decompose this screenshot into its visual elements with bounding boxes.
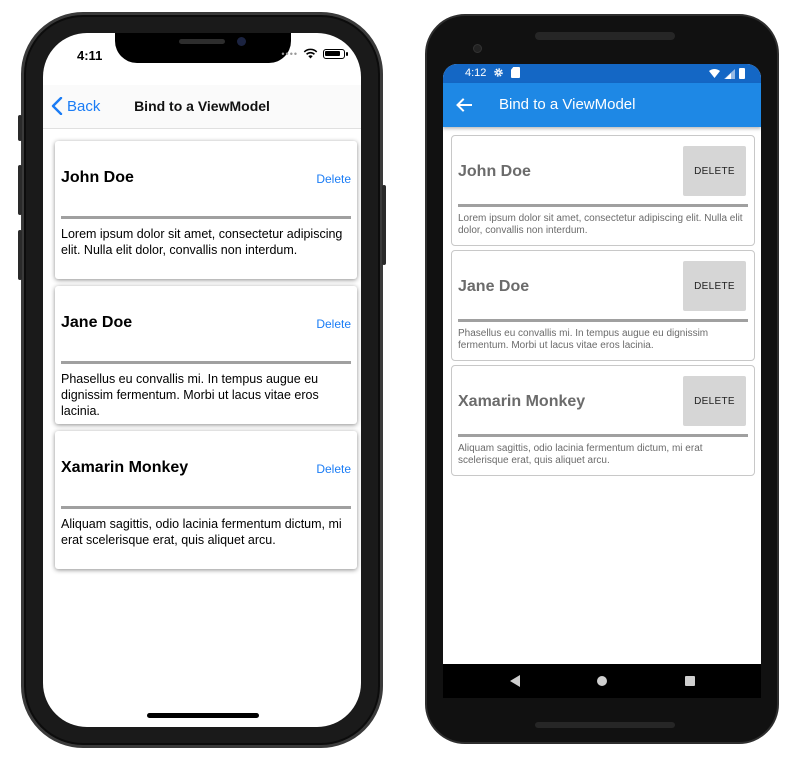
- triangle-back-icon[interactable]: [509, 675, 521, 687]
- ios-notch: [115, 33, 291, 63]
- android-delete-button[interactable]: DELETE: [683, 261, 746, 311]
- android-navigation-bar: [443, 664, 761, 698]
- android-item-divider: [458, 204, 748, 207]
- ios-item-list: John Doe Delete Lorem ipsum dolor sit am…: [55, 141, 357, 576]
- android-item-description: Phasellus eu convallis mi. In tempus aug…: [458, 328, 709, 351]
- android-item-list: John Doe DELETE Lorem ipsum dolor sit am…: [451, 135, 755, 480]
- square-recents-icon[interactable]: [685, 676, 695, 686]
- iphone-power-button: [382, 185, 386, 265]
- android-front-camera: [473, 44, 482, 53]
- android-item-divider: [458, 319, 748, 322]
- android-list-item: Xamarin Monkey DELETE Aliquam sagittis, …: [451, 365, 755, 476]
- ios-delete-button[interactable]: Delete: [316, 172, 351, 186]
- ios-list-item: Xamarin Monkey Delete Aliquam sagittis, …: [55, 431, 357, 569]
- ios-delete-button[interactable]: Delete: [316, 317, 351, 331]
- android-item-description: Aliquam sagittis, odio lacinia fermentum…: [458, 443, 703, 466]
- circle-home-icon[interactable]: [597, 676, 607, 686]
- ios-speaker: [179, 39, 225, 44]
- battery-icon: [739, 68, 745, 79]
- wifi-icon: [709, 68, 720, 78]
- android-list-item: John Doe DELETE Lorem ipsum dolor sit am…: [451, 135, 755, 246]
- ios-delete-button[interactable]: Delete: [316, 462, 351, 476]
- cellular-signal-icon: [724, 68, 735, 79]
- android-device: 4:12 Bind to a ViewModel John Doe DELETE…: [425, 14, 779, 744]
- android-app-bar: Bind to a ViewModel: [443, 83, 761, 127]
- iphone-volume-down: [18, 230, 22, 280]
- ios-screen: 4:11 •••• Back Bind to a ViewModel John …: [43, 33, 361, 727]
- iphone-mute-switch: [18, 115, 22, 141]
- ios-item-name: Xamarin Monkey: [61, 459, 189, 476]
- android-delete-button[interactable]: DELETE: [683, 146, 746, 196]
- android-delete-button[interactable]: DELETE: [683, 376, 746, 426]
- android-item-name: Xamarin Monkey: [458, 393, 586, 410]
- arrow-left-icon[interactable]: [455, 96, 473, 114]
- ios-item-divider: [61, 361, 351, 364]
- android-screen: 4:12 Bind to a ViewModel John Doe DELETE…: [443, 64, 761, 698]
- android-item-name: John Doe: [458, 163, 531, 180]
- ios-signal-icon: ••••: [281, 48, 298, 59]
- android-page-title: Bind to a ViewModel: [499, 96, 636, 113]
- ios-list-item: Jane Doe Delete Phasellus eu convallis m…: [55, 286, 357, 424]
- sd-card-icon: [511, 67, 520, 78]
- ios-page-title: Bind to a ViewModel: [134, 98, 270, 114]
- ios-item-name: Jane Doe: [61, 314, 133, 331]
- android-item-name: Jane Doe: [458, 278, 530, 295]
- ios-home-indicator[interactable]: [147, 713, 259, 718]
- ios-navigation-bar: Back Bind to a ViewModel: [43, 85, 361, 129]
- android-list-item: Jane Doe DELETE Phasellus eu convallis m…: [451, 250, 755, 361]
- ios-item-description: Lorem ipsum dolor sit amet, consectetur …: [61, 227, 343, 257]
- android-bottom-speaker: [535, 722, 675, 728]
- android-item-description: Lorem ipsum dolor sit amet, consectetur …: [458, 213, 743, 236]
- android-status-left-icons: [493, 67, 520, 78]
- ios-item-name: John Doe: [61, 169, 134, 186]
- ios-item-description: Aliquam sagittis, odio lacinia fermentum…: [61, 517, 342, 547]
- iphone-volume-up: [18, 165, 22, 215]
- ios-item-description: Phasellus eu convallis mi. In tempus aug…: [61, 372, 319, 418]
- ios-item-divider: [61, 216, 351, 219]
- ios-status-time: 4:11: [77, 48, 103, 63]
- ios-camera: [237, 37, 246, 46]
- ios-item-divider: [61, 506, 351, 509]
- android-status-bar: 4:12: [443, 64, 761, 83]
- android-item-divider: [458, 434, 748, 437]
- ios-battery-icon: [323, 48, 348, 59]
- android-status-time: 4:12: [465, 67, 487, 79]
- ios-wifi-icon: [303, 48, 318, 59]
- ios-list-item: John Doe Delete Lorem ipsum dolor sit am…: [55, 141, 357, 279]
- iphone-device: 4:11 •••• Back Bind to a ViewModel John …: [18, 12, 386, 748]
- android-status-right-icons: [709, 68, 745, 79]
- android-top-speaker: [535, 32, 675, 40]
- ios-status-icons: ••••: [281, 48, 348, 59]
- gear-icon: [494, 68, 503, 77]
